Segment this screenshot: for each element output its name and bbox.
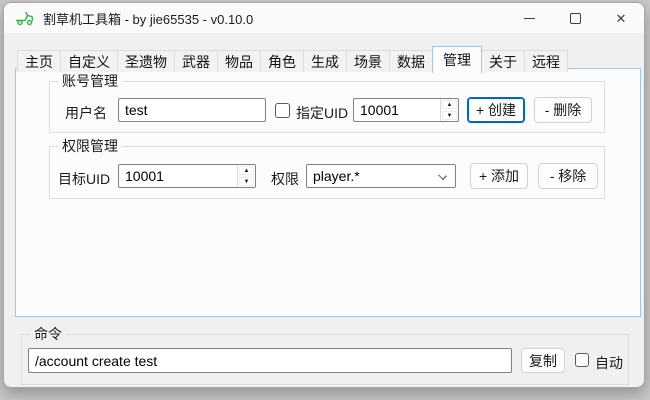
uid-spin-down-button[interactable]: ▼ — [442, 111, 457, 120]
tab-weapons[interactable]: 武器 — [174, 50, 218, 72]
tab-spawn[interactable]: 生成 — [303, 50, 347, 72]
maximize-button[interactable] — [552, 3, 598, 33]
tab-items[interactable]: 物品 — [217, 50, 261, 72]
app-mower-icon — [15, 10, 35, 26]
window-title: 割草机工具箱 - by jie65535 - v0.10.0 — [43, 9, 253, 28]
copy-command-button[interactable]: 复制 — [521, 348, 565, 373]
tab-custom[interactable]: 自定义 — [60, 50, 118, 72]
account-management-group: 账号管理 用户名 指定UID 10001 ▲ ▼ + 创建 - 删除 — [49, 81, 605, 133]
close-icon: ✕ — [616, 12, 627, 25]
uid-spinner-value: 10001 — [354, 99, 440, 121]
permission-combobox[interactable]: player.* — [306, 164, 456, 188]
username-label: 用户名 — [65, 103, 107, 123]
window-controls: ✕ — [506, 3, 644, 33]
target-uid-label: 目标UID — [58, 169, 110, 189]
tab-artifacts[interactable]: 圣遗物 — [117, 50, 175, 72]
add-permission-button[interactable]: + 添加 — [470, 163, 528, 189]
tab-bar: 主页 自定义 圣遗物 武器 物品 角色 生成 场景 数据 管理 关于 远程 — [17, 46, 567, 72]
uid-spinner[interactable]: 10001 ▲ ▼ — [353, 98, 459, 122]
tab-data[interactable]: 数据 — [389, 50, 433, 72]
delete-account-button[interactable]: - 删除 — [534, 97, 592, 123]
create-account-button[interactable]: + 创建 — [467, 97, 525, 123]
target-uid-spinner[interactable]: 10001 ▲ ▼ — [118, 164, 256, 188]
app-window: 割草机工具箱 - by jie65535 - v0.10.0 ✕ 主页 自定义 … — [3, 2, 645, 388]
tab-management[interactable]: 管理 — [432, 46, 482, 73]
target-uid-spin-down-button[interactable]: ▼ — [239, 177, 254, 186]
permission-combobox-value: player.* — [313, 168, 360, 184]
title-bar: 割草机工具箱 - by jie65535 - v0.10.0 ✕ — [4, 3, 644, 33]
permission-group-title: 权限管理 — [58, 138, 122, 154]
tab-remote[interactable]: 远程 — [524, 50, 568, 72]
target-uid-spin-up-button[interactable]: ▲ — [239, 166, 254, 175]
tab-scene[interactable]: 场景 — [346, 50, 390, 72]
auto-checkbox[interactable] — [575, 353, 589, 367]
remove-permission-button[interactable]: - 移除 — [538, 163, 598, 189]
uid-spin-up-button[interactable]: ▲ — [442, 100, 457, 109]
auto-label: 自动 — [595, 353, 623, 373]
tab-about[interactable]: 关于 — [481, 50, 525, 72]
minimize-icon — [524, 18, 535, 19]
close-button[interactable]: ✕ — [598, 3, 644, 33]
specify-uid-checkbox[interactable] — [275, 103, 290, 118]
minimize-button[interactable] — [506, 3, 552, 33]
permission-label: 权限 — [271, 169, 299, 189]
permission-management-group: 权限管理 目标UID 10001 ▲ ▼ 权限 player.* + 添加 - … — [49, 146, 605, 199]
account-group-title: 账号管理 — [58, 73, 122, 89]
maximize-icon — [570, 13, 581, 24]
tab-characters[interactable]: 角色 — [260, 50, 304, 72]
command-input[interactable] — [28, 348, 512, 373]
command-group: 命令 复制 自动 — [21, 334, 629, 385]
username-input[interactable] — [118, 98, 266, 122]
tab-home[interactable]: 主页 — [17, 50, 61, 72]
command-group-title: 命令 — [30, 326, 66, 342]
target-uid-spinner-value: 10001 — [119, 165, 237, 187]
management-tab-panel: 账号管理 用户名 指定UID 10001 ▲ ▼ + 创建 - 删除 权限管理 … — [15, 68, 641, 317]
specify-uid-label: 指定UID — [296, 103, 348, 123]
chevron-down-icon — [438, 171, 447, 180]
